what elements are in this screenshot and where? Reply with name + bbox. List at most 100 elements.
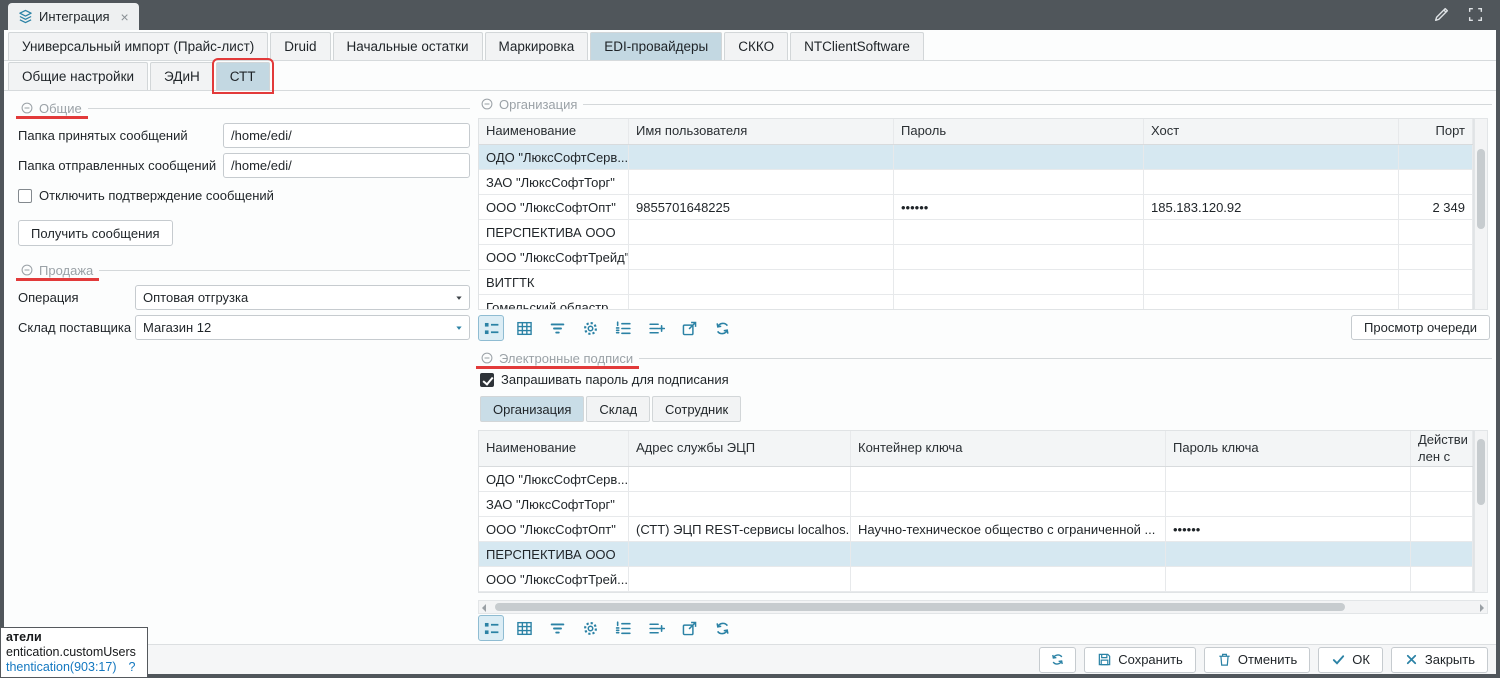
table-cell[interactable] [1399, 145, 1473, 169]
table-cell[interactable]: ВИТГТК [479, 270, 629, 294]
table-cell[interactable]: 185.183.120.92 [1144, 195, 1399, 219]
table-cell[interactable]: ЗАО "ЛюксСофтТорг" [479, 492, 629, 516]
document-tab-integration[interactable]: Интеграция × [8, 3, 139, 30]
table-cell[interactable] [1411, 492, 1473, 516]
table-cell[interactable] [629, 245, 894, 269]
filter-icon[interactable] [544, 315, 570, 341]
table-cell[interactable] [1411, 517, 1473, 541]
table-cell[interactable]: ООО "ЛюксСофтОпт" [479, 195, 629, 219]
export-icon[interactable] [676, 615, 702, 641]
scrollbar-thumb[interactable] [495, 603, 1345, 611]
table-cell[interactable] [1144, 245, 1399, 269]
table-cell[interactable] [851, 542, 1166, 566]
edit-pencil-icon[interactable] [1433, 6, 1450, 23]
table-cell[interactable] [894, 245, 1144, 269]
tab[interactable]: Druid [270, 32, 330, 60]
fullscreen-icon[interactable] [1467, 6, 1484, 23]
ok-button[interactable]: ОК [1318, 647, 1383, 673]
vertical-scrollbar[interactable] [1474, 118, 1488, 310]
tab[interactable]: СТТ [216, 62, 270, 90]
table-cell[interactable] [894, 220, 1144, 244]
table-row[interactable]: ОДО "ЛюксСофтСерв... [479, 145, 1473, 170]
filter-icon[interactable] [544, 615, 570, 641]
table-cell[interactable]: 9855701648225 [629, 195, 894, 219]
table-cell[interactable] [629, 220, 894, 244]
tab[interactable]: ЭДиН [150, 62, 214, 90]
table-row[interactable]: Гомельский областр... [479, 295, 1473, 310]
collapse-icon[interactable] [480, 351, 494, 365]
table-cell[interactable] [1144, 220, 1399, 244]
scroll-left-arrow-icon[interactable] [482, 604, 486, 612]
table-cell[interactable]: 2 349 [1399, 195, 1473, 219]
table-cell[interactable] [1399, 295, 1473, 310]
vertical-scrollbar[interactable] [1474, 430, 1488, 593]
table-cell[interactable] [894, 295, 1144, 310]
table-cell[interactable]: ЗАО "ЛюксСофтТорг" [479, 170, 629, 194]
column-header[interactable]: Порт [1399, 119, 1473, 144]
table-cell[interactable] [629, 145, 894, 169]
table-cell[interactable] [629, 295, 894, 310]
grid-view-icon[interactable] [511, 615, 537, 641]
table-row[interactable]: ЗАО "ЛюксСофтТорг" [479, 492, 1473, 517]
sent-folder-input[interactable] [223, 153, 470, 178]
table-cell[interactable] [629, 270, 894, 294]
table-cell[interactable] [1399, 220, 1473, 244]
disable-confirm-checkbox[interactable] [18, 189, 32, 203]
signature-tab[interactable]: Сотрудник [652, 396, 741, 422]
table-cell[interactable]: Гомельский областр... [479, 295, 629, 310]
table-cell[interactable]: ОДО "ЛюксСофтСерв... [479, 467, 629, 491]
get-messages-button[interactable]: Получить сообщения [18, 220, 173, 246]
settings-gear-icon[interactable] [577, 315, 603, 341]
save-button[interactable]: Сохранить [1084, 647, 1196, 673]
column-header[interactable]: Имя пользователя [629, 119, 894, 144]
tab[interactable]: СККО [724, 32, 788, 60]
settings-gear-icon[interactable] [577, 615, 603, 641]
table-cell[interactable] [851, 492, 1166, 516]
table-cell[interactable] [1144, 295, 1399, 310]
table-cell[interactable] [894, 270, 1144, 294]
table-cell[interactable] [1166, 542, 1411, 566]
tab[interactable]: NTClientSoftware [790, 32, 924, 60]
table-row[interactable]: ООО "ЛюксСофтОпт"9855701648225••••••185.… [479, 195, 1473, 220]
reload-table-icon[interactable] [709, 315, 735, 341]
tab[interactable]: Общие настройки [8, 62, 148, 90]
group-columns-icon[interactable] [610, 615, 636, 641]
table-cell[interactable] [1166, 467, 1411, 491]
table-row[interactable]: ООО "ЛюксСофтТрейд" [479, 245, 1473, 270]
column-header[interactable]: Действи лен с [1411, 431, 1473, 466]
table-row[interactable]: ВИТГТК [479, 270, 1473, 295]
table-cell[interactable] [1166, 492, 1411, 516]
table-cell[interactable] [1399, 245, 1473, 269]
export-icon[interactable] [676, 315, 702, 341]
ask-password-row[interactable]: Запрашивать пароль для подписания [480, 372, 729, 387]
table-cell[interactable]: ПЕРСПЕКТИВА ООО [479, 542, 629, 566]
column-header[interactable]: Адрес службы ЭЦП [629, 431, 851, 466]
table-cell[interactable] [1144, 170, 1399, 194]
detail-view-icon[interactable] [478, 615, 504, 641]
tab[interactable]: Универсальный импорт (Прайс-лист) [8, 32, 268, 60]
table-cell[interactable] [1144, 145, 1399, 169]
table-cell[interactable] [629, 170, 894, 194]
table-cell[interactable] [894, 170, 1144, 194]
table-cell[interactable] [629, 492, 851, 516]
table-row[interactable]: ПЕРСПЕКТИВА ООО [479, 542, 1473, 567]
tab[interactable]: Маркировка [485, 32, 589, 60]
table-row[interactable]: ОДО "ЛюксСофтСерв... [479, 467, 1473, 492]
ask-password-checkbox[interactable] [480, 373, 494, 387]
table-cell[interactable]: Научно-техническое общество с ограниченн… [851, 517, 1166, 541]
table-cell[interactable] [1411, 467, 1473, 491]
column-header[interactable]: Наименование [479, 431, 629, 466]
table-cell[interactable] [629, 567, 851, 591]
collapse-icon[interactable] [20, 263, 34, 277]
table-cell[interactable]: ООО "ЛюксСофтОпт" [479, 517, 629, 541]
column-header[interactable]: Наименование [479, 119, 629, 144]
table-cell[interactable]: ПЕРСПЕКТИВА ООО [479, 220, 629, 244]
refresh-button[interactable] [1039, 647, 1076, 673]
table-row[interactable]: ЗАО "ЛюксСофтТорг" [479, 170, 1473, 195]
operation-select[interactable]: Оптовая отгрузка [135, 285, 470, 310]
horizontal-scrollbar[interactable] [478, 600, 1488, 614]
supplier-warehouse-combo[interactable]: Магазин 12 [135, 315, 470, 340]
table-cell[interactable]: ООО "ЛюксСофтТрейд" [479, 245, 629, 269]
table-cell[interactable] [1399, 270, 1473, 294]
column-header[interactable]: Хост [1144, 119, 1399, 144]
